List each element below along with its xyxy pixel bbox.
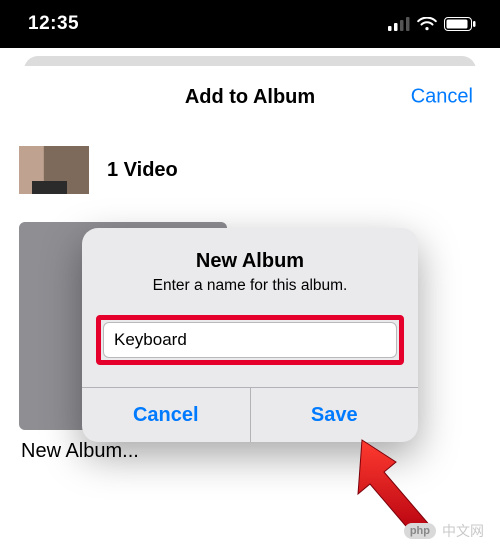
status-bar: 12:35 <box>0 0 500 48</box>
status-time: 12:35 <box>28 13 79 35</box>
alert-title: New Album <box>106 250 394 273</box>
battery-icon <box>444 17 476 31</box>
watermark: php 中文网 <box>404 521 484 541</box>
alert-save-button[interactable]: Save <box>251 388 419 442</box>
alert-input-highlight <box>96 315 404 365</box>
wifi-icon <box>417 17 437 31</box>
status-indicators <box>388 17 476 31</box>
album-name-input[interactable] <box>103 322 397 358</box>
new-album-alert: New Album Enter a name for this album. C… <box>82 228 418 442</box>
media-count-label: 1 Video <box>107 159 178 182</box>
alert-subtitle: Enter a name for this album. <box>106 277 394 295</box>
watermark-text: 中文网 <box>442 521 484 541</box>
alert-cancel-button[interactable]: Cancel <box>82 388 251 442</box>
sheet-cancel-button[interactable]: Cancel <box>411 86 473 109</box>
sheet-header: Add to Album Cancel <box>9 66 491 128</box>
alert-header: New Album Enter a name for this album. <box>82 228 418 301</box>
alert-button-row: Cancel Save <box>82 387 418 442</box>
new-album-tile-label: New Album... <box>19 440 481 463</box>
video-thumbnail <box>19 146 89 194</box>
media-summary-row: 1 Video <box>9 128 491 216</box>
signal-icon <box>388 17 410 31</box>
watermark-badge: php <box>404 523 436 539</box>
sheet-title: Add to Album <box>185 86 315 109</box>
